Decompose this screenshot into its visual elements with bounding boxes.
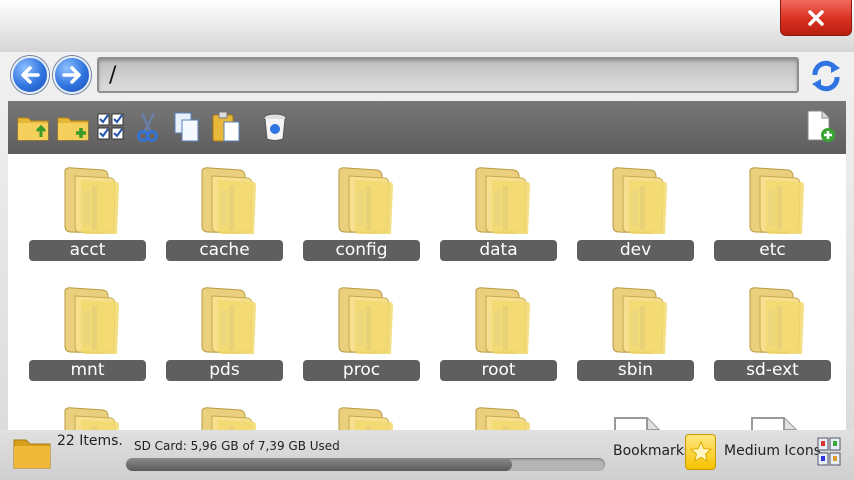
folder-label: dev [577, 240, 694, 261]
close-icon [808, 9, 824, 26]
copy-icon [174, 112, 199, 142]
folder-icon [201, 287, 256, 354]
folder-label: acct [29, 240, 146, 261]
back-button[interactable] [11, 56, 49, 94]
folder-item[interactable]: mnt [29, 274, 146, 382]
folder-icon [338, 287, 393, 354]
refresh-button[interactable] [806, 57, 846, 95]
star-icon [689, 440, 712, 463]
folder-label: mnt [29, 360, 146, 381]
status-bar: 22 Items. SD Card: 5,96 GB of 7,39 GB Us… [0, 430, 854, 480]
folder-label: sd-ext [714, 360, 831, 381]
new-file-icon [807, 110, 835, 142]
title-bar [0, 0, 854, 52]
file-item[interactable] [714, 394, 831, 430]
arrow-left-icon [21, 66, 40, 84]
file-icon [614, 417, 660, 430]
cut-button[interactable] [130, 110, 164, 144]
new-folder-button[interactable] [56, 110, 90, 144]
folder-icon [201, 407, 256, 430]
paste-icon [212, 111, 240, 142]
folder-icon [749, 167, 804, 234]
view-mode-label[interactable]: Medium Icons [724, 443, 821, 459]
new-folder-icon [57, 117, 89, 141]
refresh-icon [812, 60, 840, 92]
folder-up-button[interactable] [16, 110, 50, 144]
folder-icon [338, 407, 393, 430]
folder-label: root [440, 360, 557, 381]
folder-item[interactable]: etc [714, 154, 831, 262]
folder-label: pds [166, 360, 283, 381]
copy-button[interactable] [170, 110, 204, 144]
folder-icon [612, 287, 667, 354]
folder-item[interactable]: proc [303, 274, 420, 382]
select-all-button[interactable] [94, 110, 128, 144]
folder-icon [475, 167, 530, 234]
folder-item[interactable]: sd-ext [714, 274, 831, 382]
sd-usage-bar [126, 458, 605, 471]
folder-label: data [440, 240, 557, 261]
folder-label: etc [714, 240, 831, 261]
file-grid: acct cache config data dev etc mnt pds p… [8, 154, 846, 430]
delete-button[interactable] [258, 110, 292, 144]
folder-icon [64, 407, 119, 430]
delete-icon [263, 113, 287, 141]
folder-icon [338, 167, 393, 234]
file-item[interactable] [577, 394, 694, 430]
items-count: 22 Items. [57, 433, 123, 449]
folder-icon [201, 167, 256, 234]
forward-button[interactable] [53, 56, 91, 94]
folder-icon [13, 439, 51, 469]
bookmarks-button[interactable] [685, 434, 716, 470]
toolbar [8, 101, 846, 154]
sd-card-usage: SD Card: 5,96 GB of 7,39 GB Used [134, 439, 340, 453]
path-input[interactable]: / [97, 57, 799, 93]
folder-label: config [303, 240, 420, 261]
close-button[interactable] [780, 0, 852, 36]
bookmarks-label[interactable]: Bookmarks [613, 443, 691, 459]
select-all-icon [97, 113, 124, 140]
folder-label: sbin [577, 360, 694, 381]
folder-icon [612, 167, 667, 234]
folder-icon [64, 287, 119, 354]
cut-icon [137, 112, 158, 142]
sd-usage-fill [126, 458, 513, 471]
folder-item[interactable] [166, 394, 283, 430]
folder-item[interactable]: pds [166, 274, 283, 382]
folder-item[interactable] [29, 394, 146, 430]
folder-item[interactable]: sbin [577, 274, 694, 382]
folder-label: cache [166, 240, 283, 261]
folder-icon [475, 407, 530, 430]
file-icon [751, 417, 797, 430]
paste-button[interactable] [209, 110, 243, 144]
folder-item[interactable]: cache [166, 154, 283, 262]
folder-item[interactable]: config [303, 154, 420, 262]
folder-label: proc [303, 360, 420, 381]
new-file-button[interactable] [804, 110, 838, 144]
folder-item[interactable]: root [440, 274, 557, 382]
folder-item[interactable]: acct [29, 154, 146, 262]
folder-item[interactable]: data [440, 154, 557, 262]
folder-icon [749, 287, 804, 354]
folder-up-icon [17, 117, 49, 141]
folder-icon [64, 167, 119, 234]
folder-item[interactable] [303, 394, 420, 430]
view-mode-icon[interactable] [817, 436, 841, 468]
folder-item[interactable] [440, 394, 557, 430]
arrow-right-icon [62, 66, 81, 84]
folder-item[interactable]: dev [577, 154, 694, 262]
folder-icon [475, 287, 530, 354]
